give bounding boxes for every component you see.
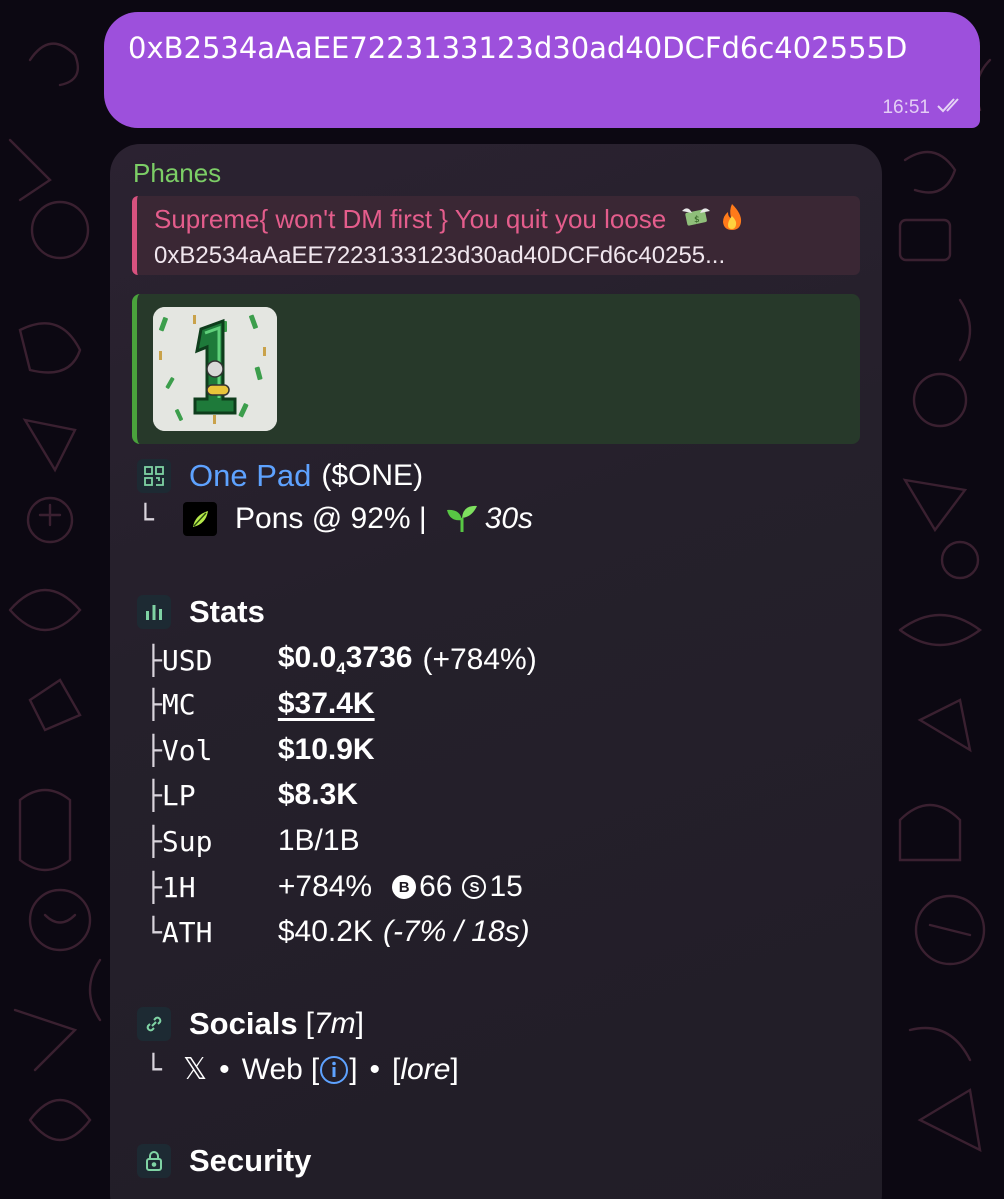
token-ticker-open: ( xyxy=(321,459,332,492)
stat-row-1h: ├ 1H +784% B 66 S 15 xyxy=(145,870,523,904)
stat-value-vol: $10.9K xyxy=(277,733,375,766)
double-check-read-icon xyxy=(936,96,966,120)
bar-chart-icon xyxy=(137,595,171,629)
pons-leaf-icon xyxy=(183,502,217,536)
chat-screen: 0xB2534aAaEE7223133123d30ad40DCFd6c40255… xyxy=(0,0,1004,1199)
stat-label-vol: Vol xyxy=(161,733,213,767)
stat-value-1h: +784% xyxy=(277,870,373,903)
stat-value-usd: $0.043736 xyxy=(277,641,413,678)
stat-value-ath: $40.2K xyxy=(277,915,373,948)
stat-row-mc: ├ MC $37.4K xyxy=(145,687,375,721)
incoming-message-bubble: Phanes Supreme{ won't DM first } You qui… xyxy=(110,144,882,1199)
tree-branch-end: └ xyxy=(137,502,154,536)
socials-age: 7m xyxy=(313,1007,356,1040)
stat-label-mc: MC xyxy=(161,687,196,721)
stat-label-lp: LP xyxy=(161,778,196,812)
link-chain-icon xyxy=(137,1007,171,1041)
stat-label-ath: ATH xyxy=(161,915,213,949)
stat-row-vol: ├ Vol $10.9K xyxy=(145,733,375,767)
reply-quote[interactable]: Supreme{ won't DM first } You quit you l… xyxy=(132,196,860,275)
stat-value-lp: $8.3K xyxy=(277,778,358,811)
stat-value-mc-link[interactable]: $37.4K xyxy=(278,687,375,721)
sells-icon: S xyxy=(462,875,487,899)
socials-header: Socials [7m] xyxy=(137,1006,364,1042)
launchpad-row: └ Pons @ 92% | 30s xyxy=(137,502,533,536)
reply-quote-text: 0xB2534aAaEE7223133123d30ad40DCFd6c40255… xyxy=(154,242,726,270)
token-image[interactable] xyxy=(153,307,277,431)
message-meta: 16:51 xyxy=(882,96,966,120)
svg-text:$: $ xyxy=(694,215,700,225)
money-wings-emoji-icon: $ xyxy=(680,203,712,239)
buys-count: 66 xyxy=(419,870,453,903)
token-ticker-link[interactable]: $ONE xyxy=(331,459,413,493)
stat-row-ath: └ ATH $40.2K (-7% / 18s) xyxy=(145,915,530,949)
stat-change-usd: (+784%) xyxy=(422,643,537,676)
socials-title: Socials xyxy=(189,1006,298,1041)
token-header: One Pad ( $ONE ) xyxy=(137,458,423,494)
x-twitter-link[interactable]: 𝕏 xyxy=(183,1052,207,1087)
token-ticker-close: ) xyxy=(413,459,424,492)
lock-icon xyxy=(137,1144,171,1178)
stat-label-1h: 1H xyxy=(161,870,196,904)
socials-links-row: └ 𝕏 • Web [ ] • [lore] xyxy=(145,1052,459,1087)
stat-label-sup: Sup xyxy=(161,824,213,858)
link-preview[interactable] xyxy=(132,294,860,444)
token-age: 30s xyxy=(484,502,534,535)
security-header: Security xyxy=(137,1143,311,1179)
stat-label-usd: USD xyxy=(161,643,213,677)
stat-row-usd: ├ USD $0.043736 (+784%) xyxy=(145,641,537,678)
seedling-icon xyxy=(445,504,479,534)
stat-detail-ath: (-7% / 18s) xyxy=(382,915,530,948)
security-title: Security xyxy=(189,1143,312,1178)
qr-scan-icon xyxy=(137,459,171,493)
message-time: 16:51 xyxy=(882,97,930,118)
lore-link[interactable]: lore xyxy=(400,1053,450,1087)
outgoing-message-text: 0xB2534aAaEE7223133123d30ad40DCFd6c40255… xyxy=(128,31,908,65)
stat-row-sup: ├ Sup 1B/1B xyxy=(145,824,360,858)
stat-value-sup: 1B/1B xyxy=(277,824,360,857)
sells-count: 15 xyxy=(489,870,523,903)
sender-name[interactable]: Phanes xyxy=(133,158,221,189)
reply-quote-title: Supreme{ won't DM first } You quit you l… xyxy=(154,202,860,240)
stats-title: Stats xyxy=(189,594,265,629)
pons-progress: Pons @ 92% | xyxy=(235,502,427,535)
buys-icon: B xyxy=(392,875,417,899)
web-link[interactable]: Web xyxy=(242,1053,303,1087)
info-icon-link[interactable] xyxy=(319,1055,349,1085)
fire-emoji-icon xyxy=(719,202,745,240)
stat-row-lp: ├ LP $8.3K xyxy=(145,778,358,812)
outgoing-message-bubble[interactable]: 0xB2534aAaEE7223133123d30ad40DCFd6c40255… xyxy=(104,12,980,128)
token-name-link[interactable]: One Pad xyxy=(189,458,311,494)
stats-header: Stats xyxy=(137,594,265,630)
